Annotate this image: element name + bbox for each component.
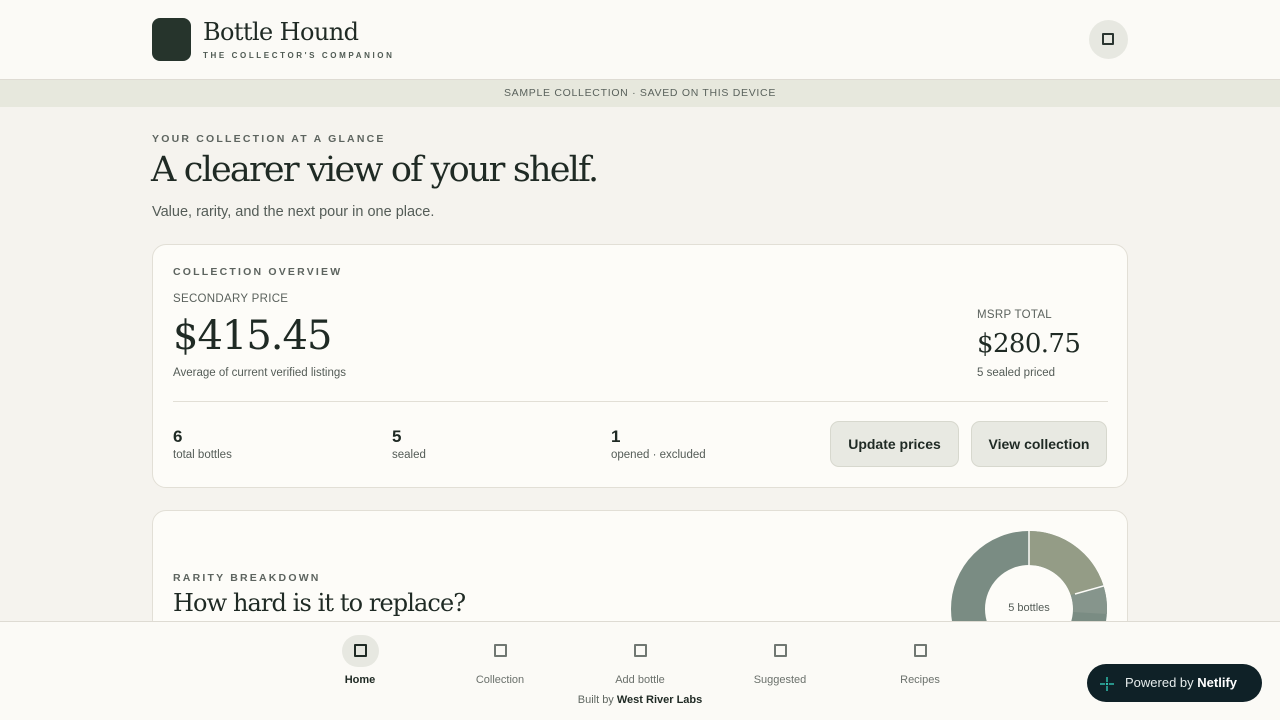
bottom-navigation: Home Collection Add bottle Suggested Rec… [0,621,1280,720]
stat-total-bottles: 6 total bottles [173,427,232,461]
donut-center-label: 5 bottles [1008,602,1050,614]
nav-icon-wrap [341,635,379,667]
brand-name[interactable]: Bottle Hound [203,18,359,46]
nav-label: Add bottle [615,674,665,686]
netlify-label: Powered by Netlify [1125,664,1237,702]
square-icon [773,644,787,657]
donut-segment-secondary [1028,531,1104,597]
rarity-title: How hard is it to replace? [173,589,466,617]
header-menu-button[interactable] [1089,20,1128,59]
page-title: A clearer view of your shelf. [151,150,599,190]
overview-eyebrow: COLLECTION OVERVIEW [173,266,343,278]
nav-icon-wrap [902,635,939,667]
nav-icon-wrap [482,635,519,667]
stat-label: opened · excluded [611,449,706,461]
stat-value: 1 [611,427,621,446]
square-icon [913,644,927,657]
built-by-prefix: Built by [577,694,614,706]
square-icon [353,644,367,657]
update-prices-button[interactable]: Update prices [830,421,959,467]
stat-value: 5 [392,427,402,446]
secondary-price-note: Average of current verified listings [173,367,347,379]
nav-label: Recipes [900,674,940,686]
square-icon [633,644,647,657]
nav-label: Collection [475,674,525,686]
msrp-total-note: 5 sealed priced [977,367,1055,379]
nav-item-add-bottle[interactable]: Add bottle [590,635,690,686]
stat-opened: 1 opened · excluded [611,427,706,461]
netlify-prefix: Powered by [1125,675,1194,690]
stat-label: sealed [392,449,426,461]
msrp-total-value: $280.75 [977,329,1081,359]
built-by-link[interactable]: West River Labs [617,694,702,706]
netlify-icon [1100,677,1114,691]
nav-label: Home [344,674,376,686]
nav-item-home[interactable]: Home [310,635,410,686]
nav-item-collection[interactable]: Collection [450,635,550,686]
stat-label: total bottles [173,449,232,461]
square-icon [1102,33,1114,45]
nav-label: Suggested [753,674,807,686]
brand-tagline: THE COLLECTOR'S COMPANION [203,51,395,60]
sample-collection-banner: SAMPLE COLLECTION · SAVED ON THIS DEVICE [0,80,1280,107]
hero-eyebrow: YOUR COLLECTION AT A GLANCE [152,133,386,145]
overview-divider [173,401,1108,402]
stat-sealed: 5 sealed [392,427,426,461]
page-subtitle: Value, rarity, and the next pour in one … [152,204,435,220]
stat-value: 6 [173,427,183,446]
rarity-eyebrow: RARITY BREAKDOWN [173,572,321,584]
secondary-price-value: $415.45 [173,313,332,359]
app-header: Bottle Hound THE COLLECTOR'S COMPANION [0,0,1280,80]
nav-icon-wrap [762,635,799,667]
logo-icon[interactable] [152,18,191,61]
secondary-price-label: SECONDARY PRICE [173,293,289,305]
msrp-total-label: MSRP TOTAL [977,309,1053,321]
built-by-footer: Built by West River Labs [0,694,1280,706]
nav-item-recipes[interactable]: Recipes [870,635,970,686]
nav-icon-wrap [622,635,659,667]
netlify-name: Netlify [1197,675,1238,690]
netlify-badge[interactable]: Powered by Netlify [1087,664,1262,702]
view-collection-button[interactable]: View collection [971,421,1107,467]
nav-item-suggested[interactable]: Suggested [730,635,830,686]
square-icon [493,644,507,657]
collection-overview-card: COLLECTION OVERVIEW SECONDARY PRICE $415… [152,244,1128,488]
